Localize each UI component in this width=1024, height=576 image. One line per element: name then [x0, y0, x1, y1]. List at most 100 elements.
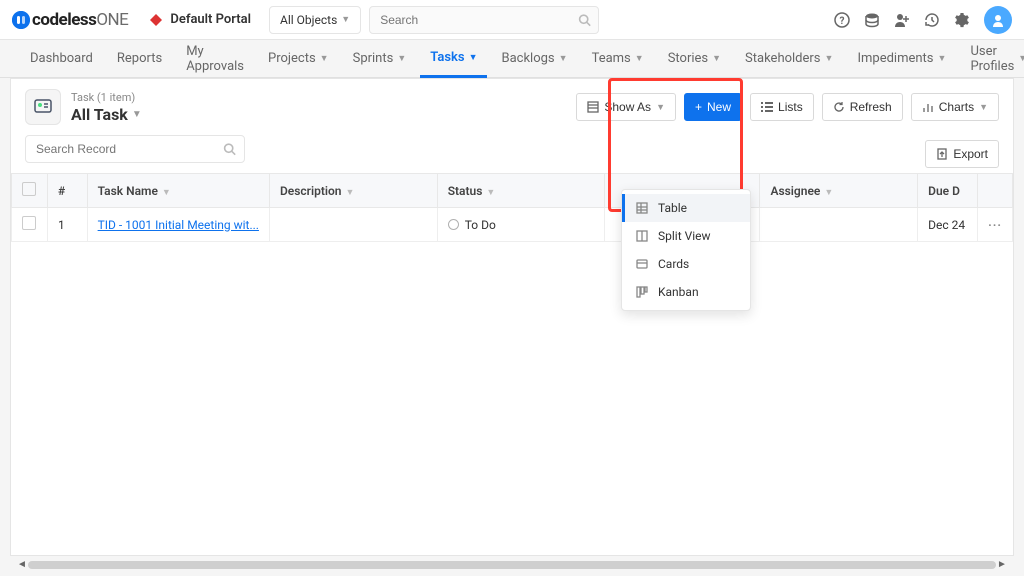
portal-icon: [148, 12, 164, 28]
task-table: # Task Name▼ Description▼ Status▼ Assign…: [11, 173, 1013, 242]
status-cell[interactable]: To Do: [448, 218, 594, 232]
dropdown-label: Table: [658, 201, 687, 215]
tab-label: Sprints: [353, 51, 394, 66]
tab-label: Reports: [117, 51, 162, 66]
caret-down-icon: ▼: [656, 102, 665, 112]
scrollbar-thumb[interactable]: [28, 561, 996, 569]
portal-selector[interactable]: Default Portal: [148, 12, 251, 28]
caret-down-icon: ▼: [132, 109, 142, 120]
btn-label: Lists: [778, 100, 803, 114]
select-all-checkbox[interactable]: [22, 182, 36, 196]
search-icon: [578, 13, 591, 26]
caret-down-icon: ▼: [825, 53, 834, 64]
btn-label: New: [707, 100, 731, 114]
sort-icon[interactable]: ▼: [345, 188, 354, 198]
dropdown-label: Split View: [658, 229, 711, 243]
table-row[interactable]: 1 TID - 1001 Initial Meeting wit... To D…: [12, 208, 1013, 242]
export-button[interactable]: Export: [925, 140, 999, 168]
tab-label: Stakeholders: [745, 51, 820, 66]
tab-label: My Approvals: [186, 44, 244, 74]
dropdown-item-cards[interactable]: Cards: [622, 250, 750, 278]
data-icon[interactable]: [864, 12, 880, 28]
sort-icon[interactable]: ▼: [824, 188, 833, 198]
tab-reports[interactable]: Reports: [107, 40, 172, 78]
user-add-icon[interactable]: [894, 12, 910, 28]
tab-label: Stories: [668, 51, 708, 66]
col-assignee[interactable]: Assignee: [770, 184, 820, 198]
refresh-button[interactable]: Refresh: [822, 93, 903, 121]
tab-label: Projects: [268, 51, 316, 66]
col-task-name[interactable]: Task Name: [98, 184, 158, 198]
tab-label: Backlogs: [501, 51, 554, 66]
caret-down-icon: ▼: [1018, 53, 1024, 64]
status-label: To Do: [465, 218, 496, 232]
col-status[interactable]: Status: [448, 184, 483, 198]
tab-label: User Profiles: [970, 44, 1014, 74]
btn-label: Export: [953, 147, 988, 161]
scroll-left-icon[interactable]: ◄: [16, 558, 28, 572]
tab-sprints[interactable]: Sprints▼: [343, 40, 417, 78]
app-logo[interactable]: codelessONE: [12, 10, 128, 30]
tab-backlogs[interactable]: Backlogs ▼: [491, 40, 577, 78]
dropdown-label: Kanban: [658, 285, 699, 299]
show-as-dropdown: Table Split View Cards Kanban: [621, 189, 751, 311]
lists-button[interactable]: Lists: [750, 93, 814, 121]
tab-label: Impediments: [857, 51, 933, 66]
due-cell: Dec 24: [918, 208, 978, 242]
tab-stories[interactable]: Stories ▼: [658, 40, 731, 78]
search-record-input[interactable]: [26, 136, 244, 162]
help-icon[interactable]: ?: [834, 12, 850, 28]
logo-text-bold: codeless: [32, 10, 96, 30]
new-button[interactable]: + New: [684, 93, 742, 121]
plus-icon: +: [695, 100, 702, 114]
scroll-right-icon[interactable]: ►: [996, 558, 1008, 572]
search-icon: [223, 143, 236, 156]
tab-tasks[interactable]: Tasks▼: [420, 40, 487, 78]
object-selector-label: All Objects: [280, 13, 337, 27]
tab-user-profiles[interactable]: User Profiles ▼: [960, 40, 1024, 78]
caret-down-icon: ▼: [635, 53, 644, 64]
svg-text:?: ?: [840, 16, 845, 27]
col-num: #: [58, 184, 65, 198]
task-link[interactable]: TID - 1001 Initial Meeting wit...: [98, 218, 259, 232]
tab-teams[interactable]: Teams▼: [582, 40, 654, 78]
user-avatar[interactable]: [984, 6, 1012, 34]
tab-stakeholders[interactable]: Stakeholders ▼: [735, 40, 843, 78]
sort-icon[interactable]: ▼: [162, 188, 171, 198]
dropdown-item-split[interactable]: Split View: [622, 222, 750, 250]
caret-down-icon: ▼: [979, 102, 988, 112]
charts-button[interactable]: Charts ▼: [911, 93, 999, 121]
tab-projects[interactable]: Projects ▼: [258, 40, 339, 78]
caret-down-icon: ▼: [320, 53, 329, 64]
row-actions-menu[interactable]: ···: [988, 218, 1002, 232]
cards-icon: [636, 258, 650, 270]
dropdown-item-kanban[interactable]: Kanban: [622, 278, 750, 306]
tab-dashboard[interactable]: Dashboard: [20, 40, 103, 78]
horizontal-scrollbar[interactable]: ◄ ►: [16, 558, 1008, 572]
col-description[interactable]: Description: [280, 184, 342, 198]
global-search-input[interactable]: [369, 6, 599, 34]
sort-icon[interactable]: ▼: [486, 188, 495, 198]
settings-icon[interactable]: [954, 12, 970, 28]
col-due[interactable]: Due D: [928, 184, 960, 198]
row-checkbox[interactable]: [22, 216, 36, 230]
row-num: 1: [47, 208, 87, 242]
page-icon: [25, 89, 61, 125]
btn-label: Show As: [604, 100, 651, 114]
main-nav: Dashboard Reports My Approvals Projects ▼…: [0, 40, 1024, 78]
btn-label: Refresh: [850, 100, 892, 114]
page-title[interactable]: All Task ▼: [71, 105, 142, 124]
history-icon[interactable]: [924, 12, 940, 28]
status-circle-icon: [448, 219, 459, 230]
tab-label: Tasks: [430, 50, 464, 65]
object-selector[interactable]: All Objects ▼: [269, 6, 361, 34]
caret-down-icon: ▼: [397, 53, 406, 64]
tab-impediments[interactable]: Impediments▼: [847, 40, 956, 78]
logo-icon: [12, 11, 30, 29]
caret-down-icon: ▼: [559, 53, 568, 64]
show-as-button[interactable]: Show As ▼: [576, 93, 676, 121]
dropdown-item-table[interactable]: Table: [622, 194, 750, 222]
caret-down-icon: ▼: [712, 53, 721, 64]
tab-my-approvals[interactable]: My Approvals: [176, 40, 254, 78]
portal-label: Default Portal: [170, 12, 251, 27]
